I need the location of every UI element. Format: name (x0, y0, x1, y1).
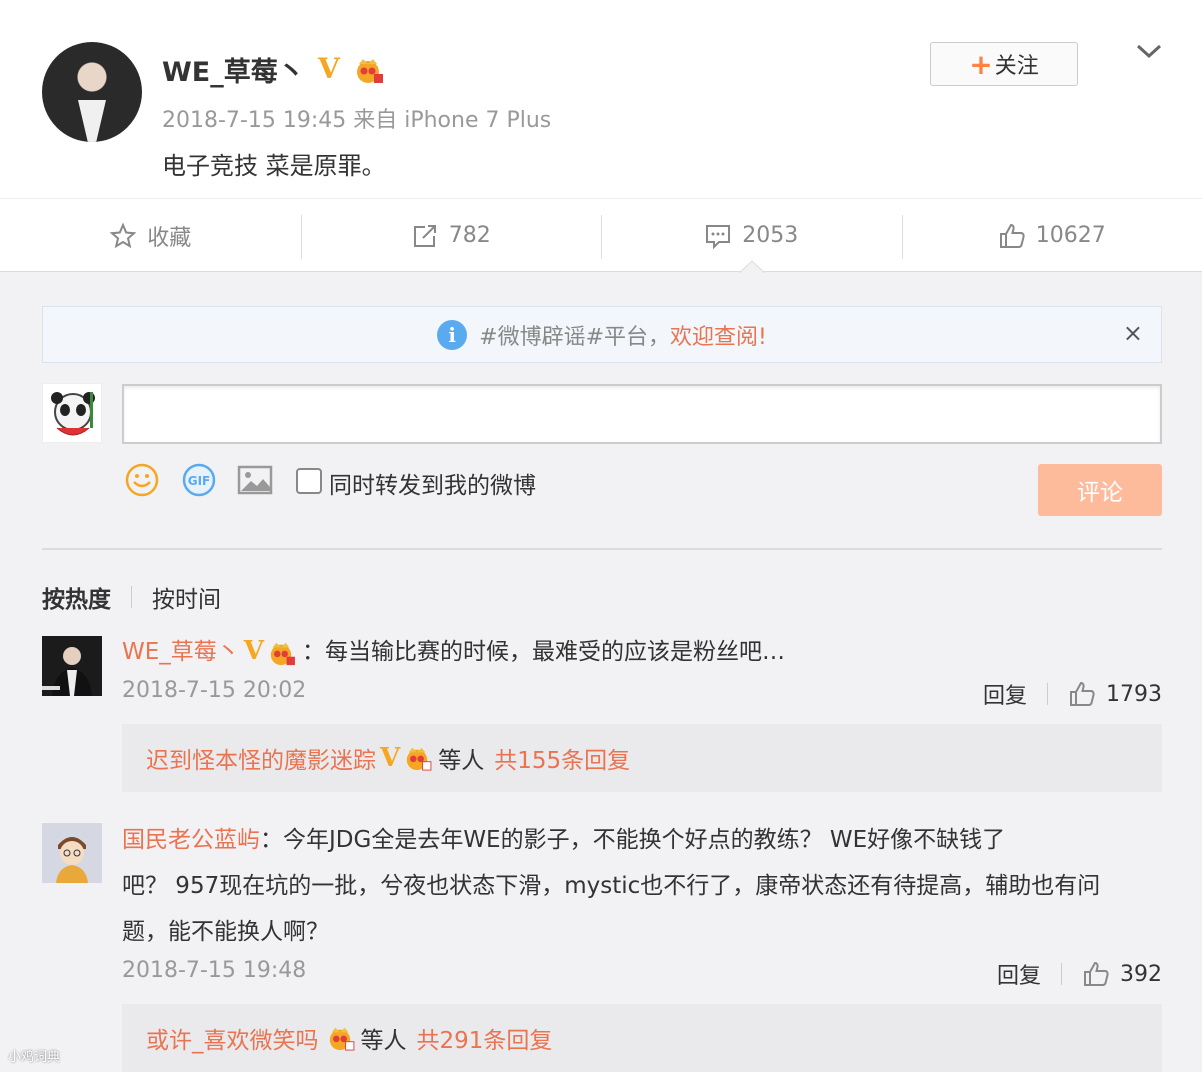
comment-like-count: 1793 (1106, 681, 1162, 707)
reply-count[interactable]: 共291条回复 (417, 1021, 553, 1055)
comment-text-line2: 吧？ 957现在坑的一批，兮夜也状态下滑，mystic也不行了，康帝状态还有待提… (122, 873, 1101, 899)
favorite-button[interactable]: 收藏 (0, 199, 301, 272)
section-divider (42, 548, 1162, 550)
member-crown-icon (329, 1027, 354, 1051)
avatar-shirt (78, 100, 106, 142)
verified-v-icon: V (380, 743, 401, 773)
action-separator (1047, 683, 1048, 705)
comment-body: WE_草莓丶 V ：每当输比赛的时候，最难受的应该是粉丝吧… (122, 632, 785, 666)
comment-input[interactable] (122, 384, 1162, 444)
reply-count[interactable]: 共155条回复 (494, 741, 630, 775)
chevron-down-icon[interactable] (1134, 38, 1164, 64)
current-user-avatar (42, 383, 102, 443)
thumbs-up-icon[interactable] (1068, 680, 1096, 708)
comment-count: 2053 (742, 223, 799, 248)
comment-author[interactable]: 国民老公蓝屿 (122, 827, 260, 853)
reply-mid-text: 等人 (438, 748, 485, 774)
comment-time: 2018-7-15 19:48 (122, 958, 307, 983)
follow-label: 关注 (994, 54, 1039, 79)
rumor-banner: i #微博辟谣#平台， 欢迎查阅! × (42, 306, 1162, 363)
comment-author[interactable]: WE_草莓丶 (122, 639, 240, 665)
close-icon[interactable]: × (1123, 319, 1143, 347)
post-card: WE_草莓丶 V 2018-7-15 19:45 来自 iPhone 7 Plu… (0, 0, 1202, 272)
comment-pointer (738, 260, 766, 274)
comment-icon (706, 224, 731, 249)
repost-button[interactable]: 782 (300, 199, 602, 272)
comment-text-line1: ：今年JDG全是去年WE的影子，不能换个好点的教练？ WE好像不缺钱了 (260, 827, 1006, 853)
reply-author[interactable]: 或许_喜欢微笑吗 (146, 1021, 319, 1055)
sort-separator (131, 586, 132, 608)
cartoon-avatar-icon (42, 823, 102, 883)
verified-v-icon: V (318, 52, 340, 85)
post-actions: 收藏 782 2053 10627 (0, 198, 1202, 272)
gif-icon[interactable]: GIF (181, 462, 217, 498)
comment-avatar[interactable] (42, 823, 102, 883)
comment-avatar[interactable] (42, 636, 102, 696)
repost-checkbox-label[interactable]: 同时转发到我的微博 (329, 466, 536, 500)
comment-actions: 回复 392 (997, 958, 1162, 990)
member-crown-icon (270, 642, 295, 665)
gif-label: GIF (188, 474, 211, 488)
repost-count: 782 (448, 223, 491, 248)
like-button[interactable]: 10627 (901, 199, 1202, 272)
comment-actions: 回复 1793 (983, 678, 1162, 710)
author-name[interactable]: WE_草莓丶 (162, 50, 305, 89)
banner-text[interactable]: #微博辟谣#平台， (479, 319, 670, 351)
replies-summary[interactable]: 或许_喜欢微笑吗 等人 共291条回复 (122, 1004, 1162, 1072)
panda-avatar-icon (51, 392, 95, 436)
comment-sort: 按热度 按时间 (42, 580, 221, 614)
thumbs-up-icon (999, 223, 1025, 248)
comment-like-count: 392 (1120, 961, 1162, 987)
comment-text-line3: 题，能不能换人啊？ (122, 919, 329, 945)
reply-button[interactable]: 回复 (983, 678, 1027, 710)
post-meta: 2018-7-15 19:45 来自 iPhone 7 Plus (162, 108, 552, 133)
repost-icon (413, 224, 436, 247)
like-count: 10627 (1035, 223, 1106, 248)
weibo-post-page: WE_草莓丶 V 2018-7-15 19:45 来自 iPhone 7 Plu… (0, 0, 1202, 1072)
plus-icon: + (969, 47, 993, 81)
info-icon: i (437, 319, 468, 350)
person-avatar-icon (42, 636, 102, 696)
reply-author[interactable]: 迟到怪本怪的魔影迷踪 (146, 741, 376, 775)
follow-button[interactable]: + 关注 (930, 42, 1078, 86)
reply-button[interactable]: 回复 (997, 958, 1041, 990)
watermark: 小鸡词典 (8, 1050, 61, 1065)
submit-comment-button[interactable]: 评论 (1038, 464, 1162, 516)
post-content: 电子竞技 菜是原罪。 (162, 152, 386, 180)
sort-by-hot[interactable]: 按热度 (42, 580, 111, 614)
emoji-icon[interactable] (124, 462, 160, 498)
member-crown-icon (357, 59, 383, 83)
verified-v-icon: V (243, 636, 264, 666)
reply-mid-text: 等人 (360, 1028, 407, 1054)
comment-body: 国民老公蓝屿：今年JDG全是去年WE的影子，不能换个好点的教练？ WE好像不缺钱… (122, 820, 1005, 854)
comment-text: ：每当输比赛的时候，最难受的应该是粉丝吧… (301, 639, 785, 665)
banner-welcome[interactable]: 欢迎查阅! (670, 319, 767, 351)
favorite-label: 收藏 (147, 225, 192, 251)
star-icon (109, 221, 137, 248)
action-separator (1061, 963, 1062, 985)
thumbs-up-icon[interactable] (1082, 960, 1110, 988)
sort-by-time[interactable]: 按时间 (152, 580, 221, 614)
author-avatar[interactable] (42, 42, 142, 142)
replies-summary[interactable]: 迟到怪本怪的魔影迷踪 V 等人 共155条回复 (122, 724, 1162, 792)
comment-time: 2018-7-15 20:02 (122, 678, 307, 703)
member-crown-icon (406, 747, 432, 771)
repost-checkbox[interactable] (296, 468, 322, 494)
image-icon[interactable] (237, 462, 273, 498)
